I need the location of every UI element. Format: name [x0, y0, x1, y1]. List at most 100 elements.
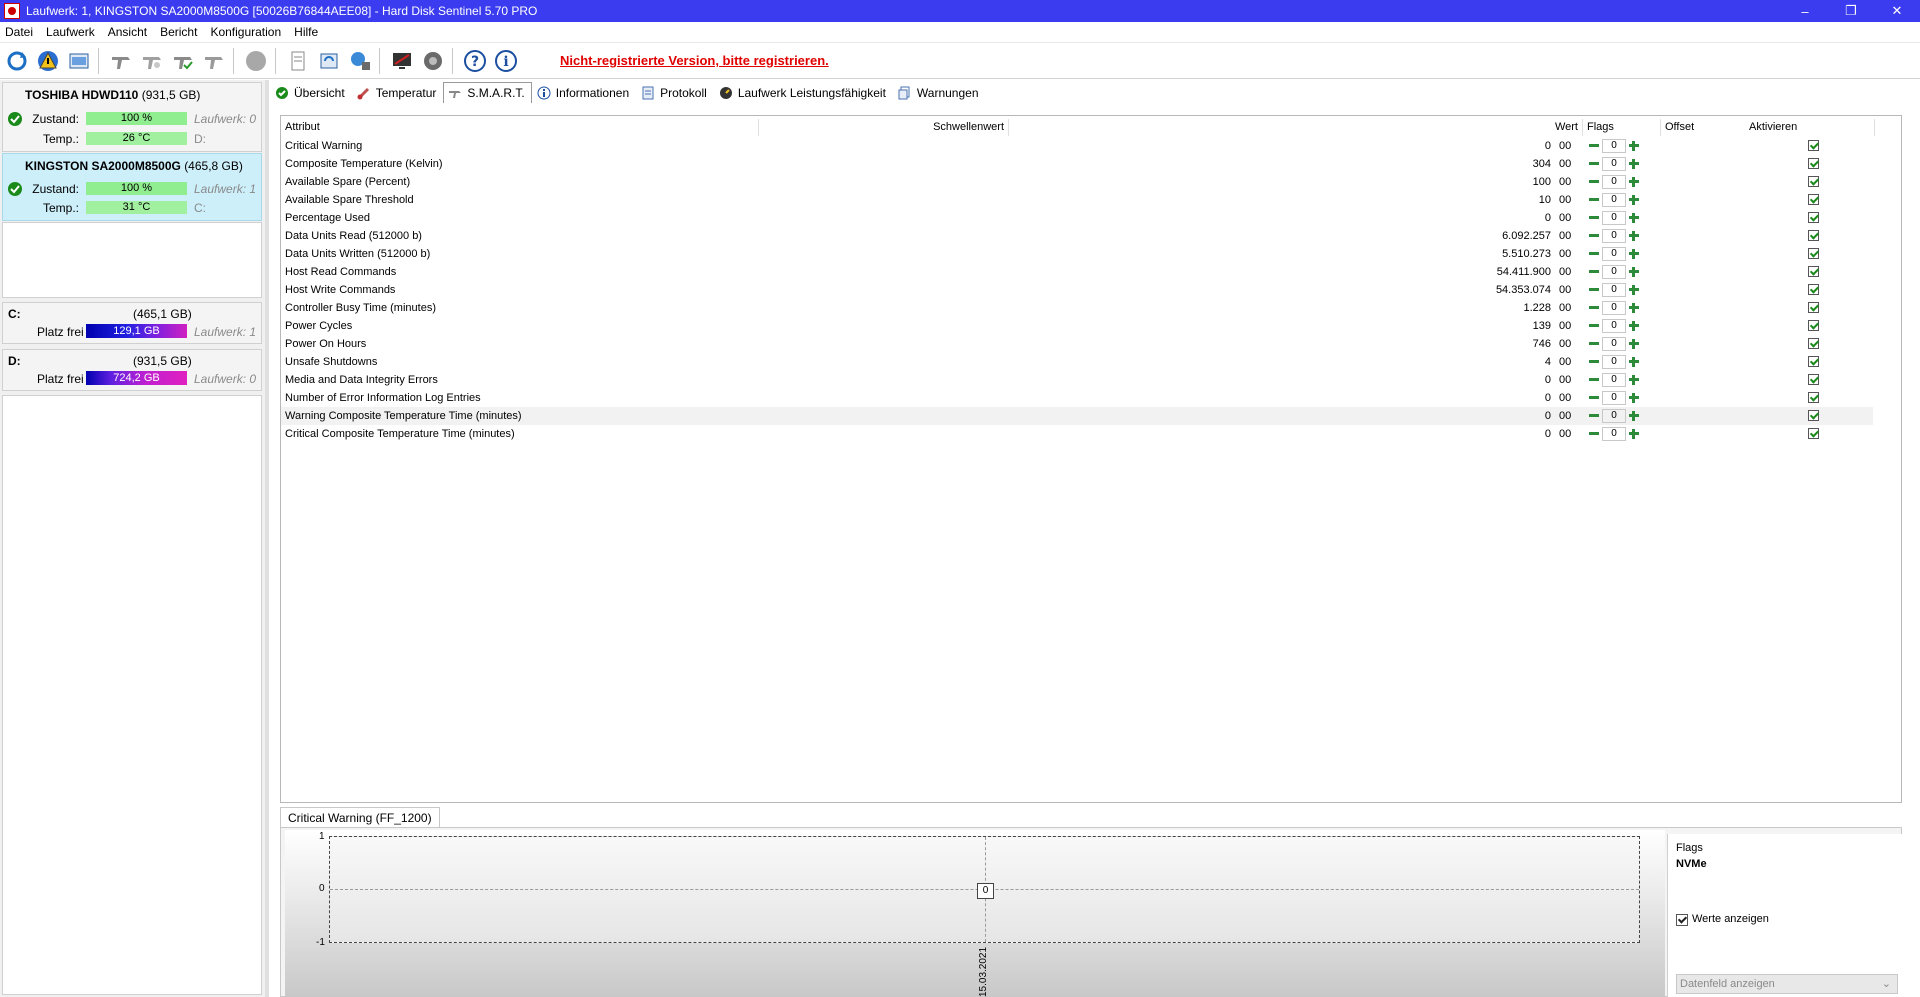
offset-input[interactable]: 0: [1602, 175, 1626, 189]
plus-icon[interactable]: [1627, 427, 1641, 441]
minus-icon[interactable]: [1587, 229, 1601, 243]
enable-checkbox[interactable]: [1808, 212, 1819, 223]
tab-overview[interactable]: Übersicht: [270, 82, 352, 103]
plus-icon[interactable]: [1627, 391, 1641, 405]
tab-smart[interactable]: S.M.A.R.T.: [443, 82, 532, 103]
refresh-icon[interactable]: [3, 47, 31, 75]
plus-icon[interactable]: [1627, 139, 1641, 153]
sync-icon[interactable]: [315, 47, 343, 75]
table-row[interactable]: Host Write Commands 54.353.074 00 0: [281, 281, 1873, 299]
table-row[interactable]: Available Spare (Percent) 100 00 0: [281, 173, 1873, 191]
table-row[interactable]: Number of Error Information Log Entries 0…: [281, 389, 1873, 407]
panel-splitter[interactable]: [265, 80, 269, 997]
minus-icon[interactable]: [1587, 211, 1601, 225]
offset-input[interactable]: 0: [1602, 139, 1626, 153]
plus-icon[interactable]: [1627, 193, 1641, 207]
plus-icon[interactable]: [1627, 355, 1641, 369]
plus-icon[interactable]: [1627, 211, 1641, 225]
plus-icon[interactable]: [1627, 301, 1641, 315]
offset-input[interactable]: 0: [1602, 391, 1626, 405]
drive-check-icon[interactable]: [169, 47, 197, 75]
enable-checkbox[interactable]: [1808, 158, 1819, 169]
register-link[interactable]: Nicht-registrierte Version, bitte regist…: [560, 53, 829, 68]
table-row[interactable]: Unsafe Shutdowns 4 00 0: [281, 353, 1873, 371]
enable-checkbox[interactable]: [1808, 248, 1819, 259]
monitor-icon[interactable]: [388, 47, 416, 75]
show-values-checkbox[interactable]: [1676, 914, 1688, 926]
table-row[interactable]: Power Cycles 139 00 0: [281, 317, 1873, 335]
enable-checkbox[interactable]: [1808, 428, 1819, 439]
tab-log[interactable]: Protokoll: [636, 82, 714, 103]
header-attribute[interactable]: Attribut: [281, 119, 759, 136]
minus-icon[interactable]: [1587, 175, 1601, 189]
table-row[interactable]: Power On Hours 746 00 0: [281, 335, 1873, 353]
tab-information[interactable]: Informationen: [532, 82, 636, 103]
offset-input[interactable]: 0: [1602, 409, 1626, 423]
plus-icon[interactable]: [1627, 337, 1641, 351]
enable-checkbox[interactable]: [1808, 302, 1819, 313]
plus-icon[interactable]: [1627, 319, 1641, 333]
report-icon[interactable]: [65, 47, 93, 75]
volume-card-d[interactable]: D: (931,5 GB) Platz frei 724,2 GB Laufwe…: [2, 349, 262, 391]
minus-icon[interactable]: [1587, 319, 1601, 333]
table-row[interactable]: Data Units Written (512000 b) 5.510.273 00…: [281, 245, 1873, 263]
table-row[interactable]: Data Units Read (512000 b) 6.092.257 00 0: [281, 227, 1873, 245]
close-button[interactable]: ✕: [1874, 0, 1920, 22]
offset-input[interactable]: 0: [1602, 373, 1626, 387]
plus-icon[interactable]: [1627, 283, 1641, 297]
drive-icon-1[interactable]: [107, 47, 135, 75]
enable-checkbox[interactable]: [1808, 140, 1819, 151]
offset-input[interactable]: 0: [1602, 157, 1626, 171]
table-row[interactable]: Critical Warning 0 00 0: [281, 137, 1873, 155]
header-flags[interactable]: Flags: [1583, 119, 1661, 136]
tab-performance[interactable]: Laufwerk Leistungsfähigkeit: [714, 82, 893, 103]
header-value[interactable]: Wert: [1009, 119, 1583, 136]
minus-icon[interactable]: [1587, 283, 1601, 297]
info-icon[interactable]: i: [492, 47, 520, 75]
plus-icon[interactable]: [1627, 157, 1641, 171]
speaker-icon[interactable]: [419, 47, 447, 75]
offset-input[interactable]: 0: [1602, 265, 1626, 279]
plus-icon[interactable]: [1627, 175, 1641, 189]
minus-icon[interactable]: [1587, 427, 1601, 441]
enable-checkbox[interactable]: [1808, 374, 1819, 385]
menu-ansicht[interactable]: Ansicht: [103, 25, 155, 39]
disk-card-kingston[interactable]: KINGSTON SA2000M8500G (465,8 GB) Zustand…: [2, 153, 262, 221]
minus-icon[interactable]: [1587, 409, 1601, 423]
minus-icon[interactable]: [1587, 391, 1601, 405]
enable-checkbox[interactable]: [1808, 410, 1819, 421]
table-row[interactable]: Percentage Used 0 00 0: [281, 209, 1873, 227]
graph-tab[interactable]: Critical Warning (FF_1200): [280, 807, 440, 828]
offset-input[interactable]: 0: [1602, 337, 1626, 351]
table-row[interactable]: Composite Temperature (Kelvin) 304 00 0: [281, 155, 1873, 173]
offset-input[interactable]: 0: [1602, 355, 1626, 369]
enable-checkbox[interactable]: [1808, 230, 1819, 241]
menu-laufwerk[interactable]: Laufwerk: [41, 25, 103, 39]
table-row[interactable]: Critical Composite Temperature Time (min…: [281, 425, 1873, 443]
table-row[interactable]: Host Read Commands 54.411.900 00 0: [281, 263, 1873, 281]
offset-input[interactable]: 0: [1602, 283, 1626, 297]
menu-hilfe[interactable]: Hilfe: [289, 25, 326, 39]
offset-input[interactable]: 0: [1602, 319, 1626, 333]
enable-checkbox[interactable]: [1808, 266, 1819, 277]
plus-icon[interactable]: [1627, 265, 1641, 279]
plus-icon[interactable]: [1627, 373, 1641, 387]
offset-input[interactable]: 0: [1602, 301, 1626, 315]
network-icon[interactable]: [346, 47, 374, 75]
menu-konfiguration[interactable]: Konfiguration: [205, 25, 289, 39]
disk-card-toshiba[interactable]: TOSHIBA HDWD110 (931,5 GB) Zustand: 100 …: [2, 82, 262, 152]
plus-icon[interactable]: [1627, 229, 1641, 243]
enable-checkbox[interactable]: [1808, 176, 1819, 187]
minus-icon[interactable]: [1587, 193, 1601, 207]
enable-checkbox[interactable]: [1808, 392, 1819, 403]
disk-icon[interactable]: [242, 47, 270, 75]
minus-icon[interactable]: [1587, 139, 1601, 153]
volume-card-c[interactable]: C: (465,1 GB) Platz frei 129,1 GB Laufwe…: [2, 302, 262, 344]
header-threshold[interactable]: Schwellenwert: [759, 119, 1009, 136]
enable-checkbox[interactable]: [1808, 194, 1819, 205]
minus-icon[interactable]: [1587, 355, 1601, 369]
offset-input[interactable]: 0: [1602, 193, 1626, 207]
enable-checkbox[interactable]: [1808, 320, 1819, 331]
minimize-button[interactable]: –: [1782, 0, 1828, 22]
header-enable[interactable]: Aktivieren: [1745, 119, 1875, 136]
